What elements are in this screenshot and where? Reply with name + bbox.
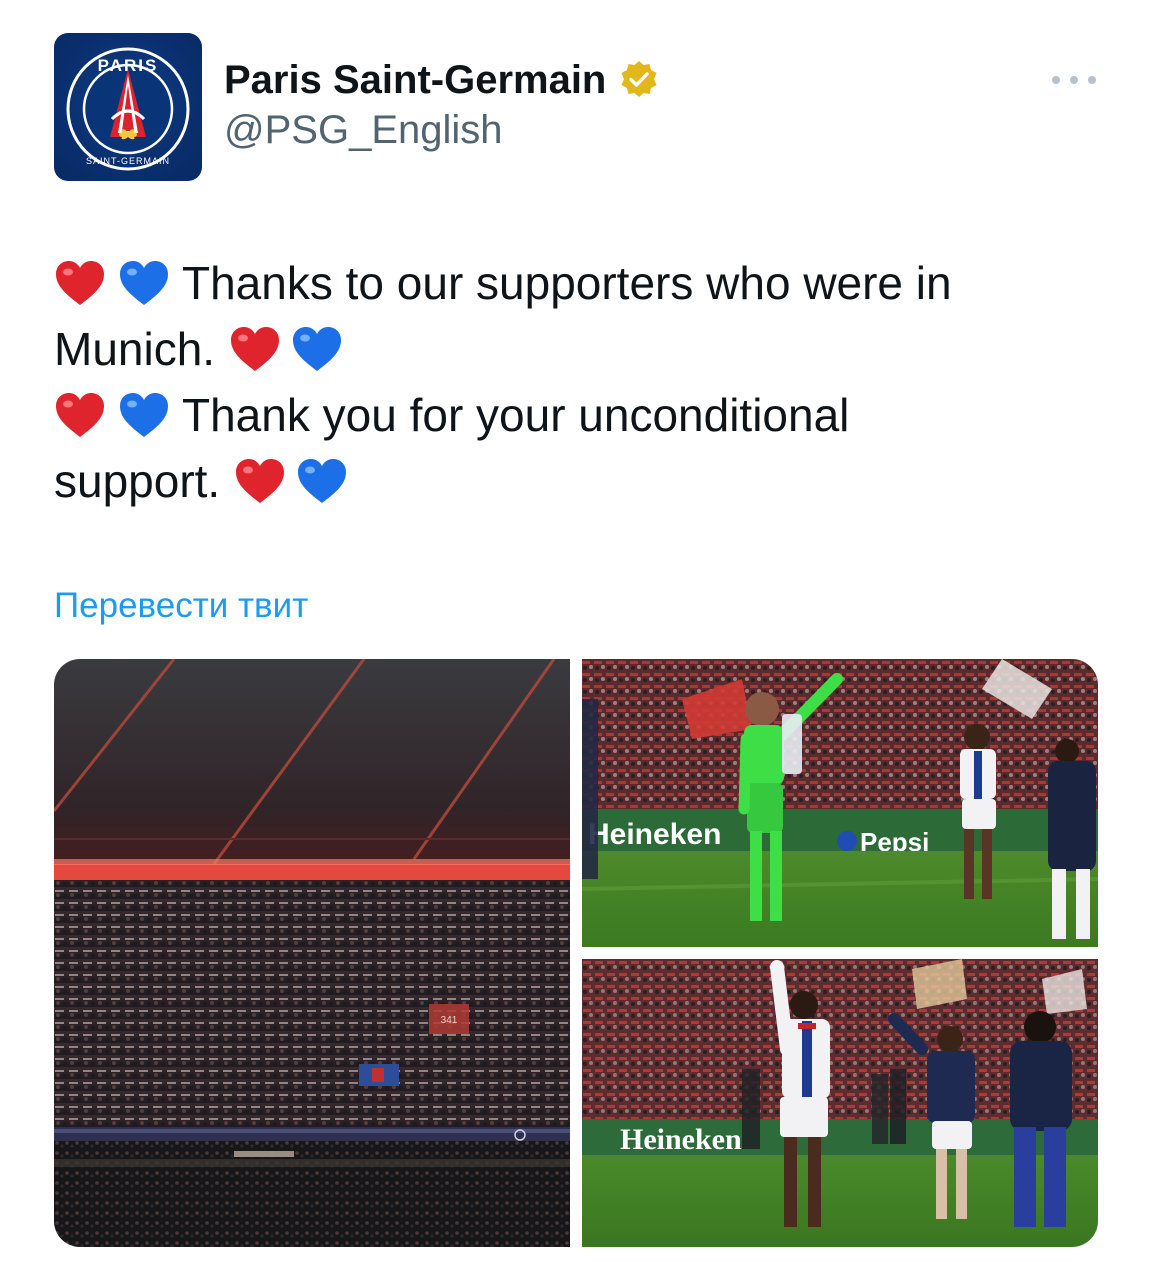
more-dot-icon [1070, 76, 1078, 84]
more-dot-icon [1088, 76, 1096, 84]
tweet-line-text: Munich. [54, 323, 216, 375]
red-heart-emoji-icon [56, 261, 104, 305]
tweet-line: Thank you for your unconditional [54, 382, 1104, 448]
media-grid: 341 Heineken Pepsi Heineken [54, 659, 1098, 1247]
photo2-sign-heineken: Heineken [588, 818, 721, 851]
tweet-line: support. [54, 448, 1104, 514]
red-heart-emoji-icon [231, 327, 280, 371]
players-wave-photo[interactable]: Heineken [582, 959, 1098, 1247]
author-name[interactable]: Paris Saint-Germain [224, 58, 606, 103]
author-name-row: Paris Saint-Germain [224, 56, 660, 104]
tweet-line-text: support. [54, 455, 221, 507]
svg-text:SAINT-GERMAIN: SAINT-GERMAIN [86, 156, 170, 166]
psg-logo: PARIS SAINT-GERMAIN [66, 47, 190, 171]
verified-badge-icon [621, 61, 657, 97]
tweet-card: PARIS SAINT-GERMAIN Paris Saint-Germain … [0, 0, 1152, 1280]
svg-text:PARIS: PARIS [98, 56, 159, 75]
red-heart-emoji-icon [56, 393, 104, 437]
players-wave-image: Heineken [582, 959, 1098, 1247]
fans-stand-image: 341 [54, 659, 570, 1247]
blue-heart-emoji-icon [120, 393, 168, 437]
goalkeeper-applause-photo[interactable]: Heineken Pepsi [582, 659, 1098, 947]
red-heart-emoji-icon [236, 459, 285, 503]
tweet-line-text: Thanks to our supporters who were in [182, 257, 952, 309]
blue-heart-emoji-icon [298, 459, 347, 503]
stand-sign-text: 341 [441, 1015, 458, 1026]
tweet-line: Munich. [54, 316, 1104, 382]
blue-heart-emoji-icon [293, 327, 342, 371]
tweet-text: Thanks to our supporters who were in Mun… [54, 250, 1104, 514]
fans-stand-photo[interactable]: 341 [54, 659, 570, 1247]
author-avatar[interactable]: PARIS SAINT-GERMAIN [54, 33, 202, 181]
author-handle[interactable]: @PSG_English [224, 108, 503, 153]
tweet-line-text: Thank you for your unconditional [182, 389, 850, 441]
more-dot-icon [1052, 76, 1060, 84]
photo3-sign-heineken: Heineken [620, 1123, 742, 1156]
translate-tweet-link[interactable]: Перевести твит [54, 586, 308, 626]
more-options-button[interactable] [1052, 68, 1096, 92]
goalkeeper-image: Heineken Pepsi [582, 659, 1098, 947]
blue-heart-emoji-icon [120, 261, 168, 305]
tweet-line: Thanks to our supporters who were in [54, 250, 1104, 316]
